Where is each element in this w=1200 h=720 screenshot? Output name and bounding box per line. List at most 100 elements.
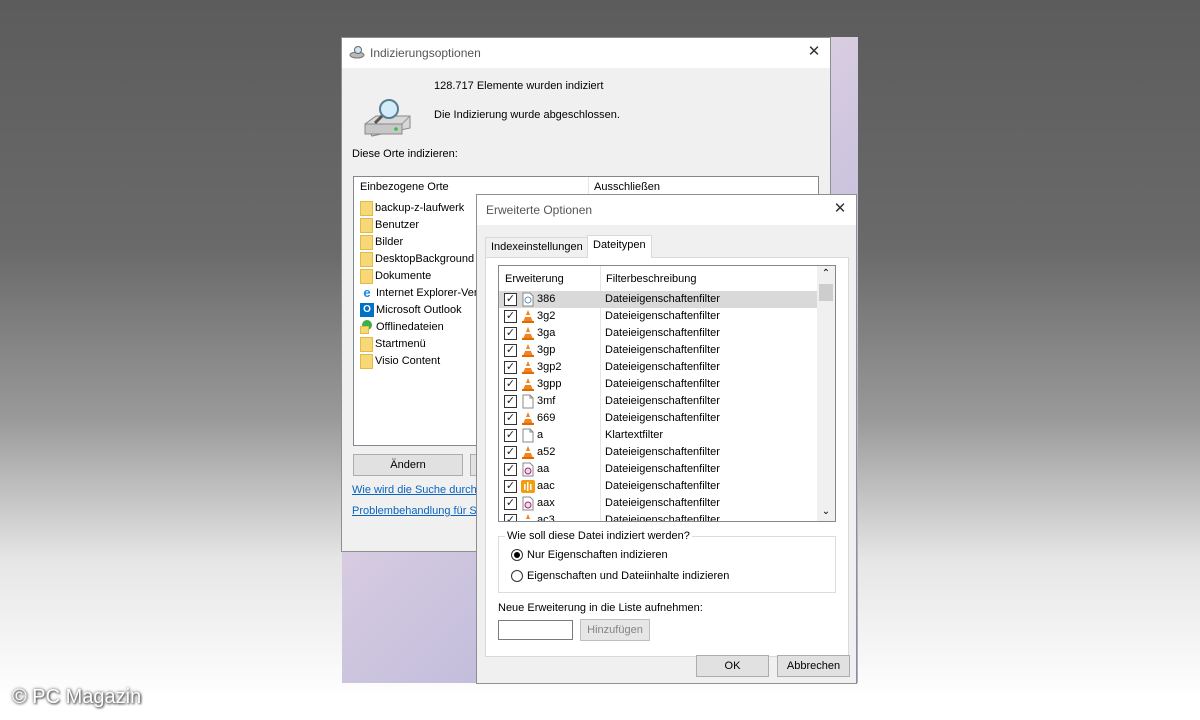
radio-properties-only[interactable] [511, 549, 523, 561]
file-type-checkbox[interactable]: ✓ [504, 327, 517, 340]
column-header-filter[interactable]: Filterbeschreibung [600, 269, 816, 290]
file-type-row[interactable]: ✓ aax Dateieigenschaftenfilter [499, 495, 817, 512]
radio-contents-label[interactable]: Eigenschaften und Dateiinhalte indiziere… [527, 570, 729, 582]
tab-index-settings[interactable]: Indexeinstellungen [485, 237, 589, 258]
close-icon[interactable]: ✕ [832, 201, 848, 217]
location-row[interactable]: Benutzer [360, 217, 419, 234]
orange-audio-icon [521, 479, 535, 493]
file-extension: 3mf [537, 395, 556, 407]
file-extension: aac [537, 480, 555, 492]
watermark: © PC Magazin [12, 686, 142, 708]
file-type-checkbox[interactable]: ✓ [504, 412, 517, 425]
file-type-row[interactable]: ✓ 3gp2 Dateieigenschaftenfilter [499, 359, 817, 376]
filter-description: Klartextfilter [605, 429, 664, 441]
file-type-checkbox[interactable]: ✓ [504, 344, 517, 357]
location-label: Microsoft Outlook [376, 304, 462, 316]
file-type-row[interactable]: ✓ ac3 Dateieigenschaftenfilter [499, 512, 817, 522]
new-extension-input[interactable] [498, 620, 573, 640]
location-row[interactable]: Visio Content [360, 353, 440, 370]
vlc-cone-icon [521, 360, 535, 374]
filter-description: Dateieigenschaftenfilter [605, 497, 720, 509]
folder-icon [360, 353, 373, 369]
location-row[interactable]: O Microsoft Outlook [360, 302, 462, 319]
file-type-row[interactable]: ✓ aa Dateieigenschaftenfilter [499, 461, 817, 478]
add-extension-button[interactable]: Hinzufügen [580, 619, 650, 641]
file-extension: a [537, 429, 544, 441]
filter-description: Dateieigenschaftenfilter [605, 344, 720, 356]
file-type-checkbox[interactable]: ✓ [504, 446, 517, 459]
file-type-checkbox[interactable]: ✓ [504, 497, 517, 510]
file-type-row[interactable]: ✓ a52 Dateieigenschaftenfilter [499, 444, 817, 461]
scrollbar-thumb[interactable] [819, 284, 833, 301]
indexed-count-text: 128.717 Elemente wurden indiziert [434, 80, 604, 92]
modify-button[interactable]: Ändern [353, 454, 463, 476]
file-extension: 3ga [537, 327, 556, 339]
vlc-cone-icon [521, 513, 535, 521]
search-help-link[interactable]: Wie wird die Suche durch d [352, 484, 486, 496]
file-type-row[interactable]: ✓ 3ga Dateieigenschaftenfilter [499, 325, 817, 342]
file-type-row[interactable]: ✓ aac Dateieigenschaftenfilter [499, 478, 817, 495]
audio-file-icon [521, 462, 535, 477]
file-type-checkbox[interactable]: ✓ [504, 514, 517, 521]
file-type-checkbox[interactable]: ✓ [504, 395, 517, 408]
location-row[interactable]: Bilder [360, 234, 403, 251]
cancel-button[interactable]: Abbrechen [777, 655, 850, 677]
internet-explorer-icon: e [363, 285, 371, 301]
index-method-group [498, 536, 836, 593]
file-type-row[interactable]: ✓ 3gp Dateieigenschaftenfilter [499, 342, 817, 359]
folder-icon [360, 200, 373, 216]
file-type-checkbox[interactable]: ✓ [504, 293, 517, 306]
radio-properties-label[interactable]: Nur Eigenschaften indizieren [527, 549, 668, 561]
indexing-window-title: Indizierungsoptionen [370, 46, 481, 60]
file-type-checkbox[interactable]: ✓ [504, 361, 517, 374]
file-extension: aa [537, 463, 550, 475]
filter-description: Dateieigenschaftenfilter [605, 395, 720, 407]
file-types-list[interactable]: Erweiterung Filterbeschreibung ✓ 386 Datei… [498, 265, 836, 522]
radio-properties-and-contents[interactable] [511, 570, 523, 582]
troubleshoot-link[interactable]: Problembehandlung für Su [352, 505, 483, 517]
ok-button[interactable]: OK [696, 655, 769, 677]
file-type-row[interactable]: ✓ 669 Dateieigenschaftenfilter [499, 410, 817, 427]
close-icon[interactable]: ✕ [806, 44, 822, 60]
advanced-titlebar: Erweiterte Optionen ✕ [477, 195, 856, 225]
location-row[interactable]: DesktopBackground [360, 251, 474, 268]
scroll-down-icon[interactable]: ⌄ [817, 506, 835, 518]
location-label: backup-z-laufwerk [375, 202, 465, 214]
location-label: Benutzer [375, 219, 420, 231]
vlc-cone-icon [521, 326, 535, 340]
location-label: Internet Explorer-Ver [376, 287, 478, 299]
location-row[interactable]: Offlinedateien [360, 319, 444, 336]
file-extension: 3gp [537, 344, 556, 356]
filter-description: Dateieigenschaftenfilter [605, 310, 720, 322]
file-type-row[interactable]: ✓ a Klartextfilter [499, 427, 817, 444]
file-type-row[interactable]: ✓ 386 Dateieigenschaftenfilter [499, 291, 817, 308]
location-row[interactable]: e Internet Explorer-Ver [360, 285, 478, 302]
vertical-scrollbar[interactable]: ⌃ ⌄ [817, 266, 835, 521]
blank-file-icon [521, 428, 535, 443]
file-extension: 3gp2 [537, 361, 562, 373]
location-row[interactable]: Dokumente [360, 268, 431, 285]
vlc-cone-icon [521, 343, 535, 357]
column-header-extension[interactable]: Erweiterung [499, 269, 600, 290]
location-label: Dokumente [375, 270, 432, 282]
file-type-checkbox[interactable]: ✓ [504, 463, 517, 476]
blank-file-icon [521, 394, 535, 409]
advanced-window-title: Erweiterte Optionen [486, 203, 593, 217]
filter-description: Dateieigenschaftenfilter [605, 293, 720, 305]
filter-description: Dateieigenschaftenfilter [605, 446, 720, 458]
filter-description: Dateieigenschaftenfilter [605, 514, 720, 522]
file-type-checkbox[interactable]: ✓ [504, 378, 517, 391]
scroll-up-icon[interactable]: ⌃ [817, 268, 835, 280]
folder-icon [360, 268, 373, 284]
file-type-checkbox[interactable]: ✓ [504, 480, 517, 493]
file-type-checkbox[interactable]: ✓ [504, 310, 517, 323]
file-type-row[interactable]: ✓ 3gpp Dateieigenschaftenfilter [499, 376, 817, 393]
file-extension: aax [537, 497, 555, 509]
file-type-checkbox[interactable]: ✓ [504, 429, 517, 442]
location-row[interactable]: backup-z-laufwerk [360, 200, 464, 217]
file-type-row[interactable]: ✓ 3mf Dateieigenschaftenfilter [499, 393, 817, 410]
filter-description: Dateieigenschaftenfilter [605, 463, 720, 475]
location-row[interactable]: Startmenü [360, 336, 426, 353]
tab-file-types[interactable]: Dateitypen [587, 235, 652, 258]
file-type-row[interactable]: ✓ 3g2 Dateieigenschaftenfilter [499, 308, 817, 325]
